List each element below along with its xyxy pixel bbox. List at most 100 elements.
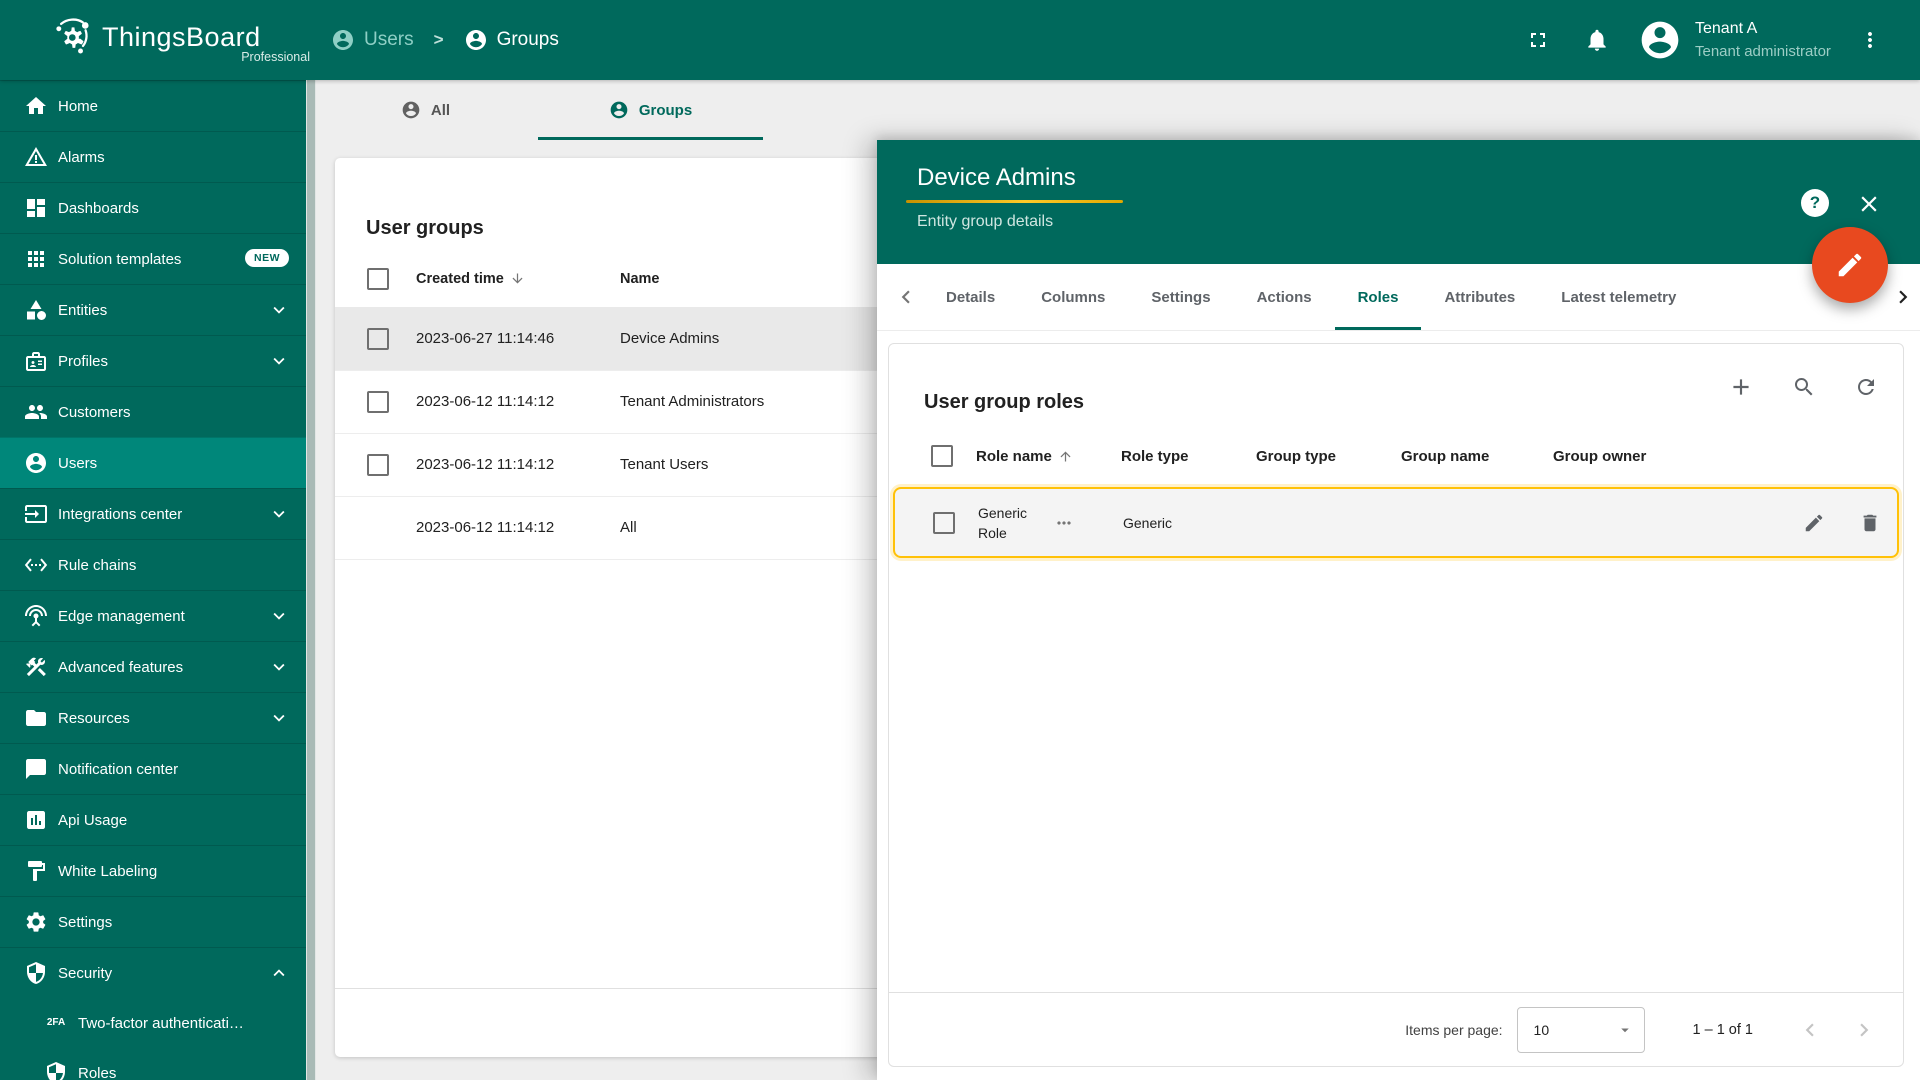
select-all-checkbox[interactable] — [931, 445, 953, 467]
ethernet-icon — [24, 553, 48, 577]
sidebar-scrollbar[interactable] — [306, 80, 316, 1080]
app-logo[interactable]: ThingsBoard Professional — [52, 16, 261, 58]
column-group-name[interactable]: Group name — [1401, 448, 1553, 465]
search-icon[interactable] — [1792, 374, 1816, 400]
sidebar-nav: HomeAlarms Dashboards Solution templatesNE… — [0, 80, 306, 1080]
column-group-owner[interactable]: Group owner — [1553, 448, 1793, 465]
sidebar-item-label: Advanced features — [58, 659, 183, 676]
sidebar-item-label: White Labeling — [58, 863, 157, 880]
sidebar-item-label: Integrations center — [58, 506, 182, 523]
sidebar-item-integrations-center[interactable]: Integrations center — [0, 488, 306, 539]
sidebar-item-home[interactable]: Home — [0, 80, 306, 131]
column-role-type[interactable]: Role type — [1121, 448, 1256, 465]
row-checkbox[interactable] — [367, 391, 389, 413]
help-icon[interactable]: ? — [1801, 189, 1829, 217]
edit-fab-button[interactable] — [1812, 227, 1888, 303]
sidebar-item-entities[interactable]: Entities — [0, 284, 306, 335]
sidebar-item-label: Entities — [58, 302, 107, 319]
sidebar-item-dashboards[interactable]: Dashboards — [0, 182, 306, 233]
apps-icon — [24, 247, 48, 271]
sidebar-item-customers[interactable]: Customers — [0, 386, 306, 437]
sidebar-item-rule-chains[interactable]: Rule chains — [0, 539, 306, 590]
tab-roles[interactable]: Roles — [1335, 264, 1422, 330]
2fa-icon: 2FA — [44, 1011, 68, 1035]
breadcrumb-users[interactable]: Users — [331, 28, 414, 52]
sidebar-item-api-usage[interactable]: Api Usage — [0, 794, 306, 845]
chat-icon — [24, 757, 48, 781]
sidebar-item-edge-management[interactable]: Edge management — [0, 590, 306, 641]
select-all-checkbox[interactable] — [367, 268, 389, 290]
row-checkbox[interactable] — [367, 454, 389, 476]
home-icon — [24, 94, 48, 118]
sidebar-item-alarms[interactable]: Alarms — [0, 131, 306, 182]
sort-asc-icon — [1058, 449, 1073, 464]
sidebar-item-advanced-features[interactable]: Advanced features — [0, 641, 306, 692]
tenant-info[interactable]: Tenant A Tenant administrator — [1695, 17, 1831, 63]
row-checkbox[interactable] — [367, 328, 389, 350]
sidebar-item-roles[interactable]: Roles — [0, 1048, 306, 1080]
breadcrumb-groups[interactable]: Groups — [464, 28, 559, 52]
role-type-cell: Generic — [1123, 515, 1258, 531]
sidebar-item-white-labeling[interactable]: White Labeling — [0, 845, 306, 896]
chevron-down-icon[interactable] — [268, 656, 290, 678]
category-icon — [24, 298, 48, 322]
chevron-up-icon[interactable] — [268, 962, 290, 984]
role-row-generic-role[interactable]: Generic Role Generic — [893, 487, 1899, 558]
chevron-right-icon[interactable] — [1890, 264, 1916, 330]
user-groups-title: User groups — [366, 217, 484, 240]
breadcrumb: Users > Groups — [331, 0, 559, 80]
tab-latest-telemetry[interactable]: Latest telemetry — [1538, 264, 1699, 330]
panel-tab-bar: Details Columns Settings Actions Roles A… — [877, 264, 1920, 331]
role-name-cell: Generic Role — [978, 503, 1040, 543]
chevron-down-icon[interactable] — [268, 707, 290, 729]
tab-all[interactable]: All — [313, 80, 538, 140]
tenant-name: Tenant A — [1695, 17, 1831, 40]
panel-title: Device Admins — [917, 164, 1076, 192]
notifications-bell-icon[interactable] — [1584, 27, 1610, 53]
thingsboard-logo-icon — [52, 16, 94, 58]
row-checkbox[interactable] — [933, 512, 955, 534]
edit-pencil-icon — [1835, 250, 1865, 280]
add-icon[interactable] — [1728, 374, 1754, 400]
column-created-time[interactable]: Created time — [416, 271, 620, 287]
more-vert-icon[interactable] — [1858, 28, 1882, 52]
sidebar-item-security[interactable]: Security — [0, 947, 306, 998]
close-icon[interactable] — [1856, 191, 1882, 217]
next-page-icon[interactable] — [1851, 1017, 1877, 1043]
sidebar-item-resources[interactable]: Resources — [0, 692, 306, 743]
folder-icon — [24, 706, 48, 730]
breadcrumb-separator: > — [434, 30, 444, 50]
delete-icon[interactable] — [1859, 512, 1881, 534]
items-per-page-label: Items per page: — [1405, 1022, 1502, 1038]
panel-subtitle: Entity group details — [917, 213, 1053, 231]
chevron-down-icon[interactable] — [268, 503, 290, 525]
sidebar-item-label: Dashboards — [58, 200, 139, 217]
column-role-name[interactable]: Role name — [976, 448, 1121, 465]
page-size-select[interactable]: 10 — [1517, 1007, 1645, 1053]
sidebar-item-notification-center[interactable]: Notification center — [0, 743, 306, 794]
sidebar-item-two-factor-authenticati[interactable]: 2FATwo-factor authenticati… — [0, 998, 306, 1048]
more-horiz-icon[interactable] — [1054, 513, 1074, 533]
chevron-down-icon[interactable] — [268, 350, 290, 372]
tab-attributes[interactable]: Attributes — [1421, 264, 1538, 330]
sidebar-item-label: Resources — [58, 710, 130, 727]
edit-pencil-icon[interactable] — [1803, 512, 1825, 534]
avatar-icon[interactable] — [1638, 18, 1682, 62]
tab-details[interactable]: Details — [923, 264, 1018, 330]
tab-columns[interactable]: Columns — [1018, 264, 1128, 330]
tab-settings[interactable]: Settings — [1128, 264, 1233, 330]
chevron-left-icon[interactable] — [889, 264, 923, 330]
column-group-type[interactable]: Group type — [1256, 448, 1401, 465]
tab-actions[interactable]: Actions — [1234, 264, 1335, 330]
gear-icon — [24, 910, 48, 934]
tab-groups[interactable]: Groups — [538, 80, 763, 140]
previous-page-icon[interactable] — [1797, 1017, 1823, 1043]
sidebar-item-users[interactable]: Users — [0, 437, 306, 488]
chevron-down-icon[interactable] — [268, 605, 290, 627]
sidebar-item-settings[interactable]: Settings — [0, 896, 306, 947]
sidebar-item-solution-templates[interactable]: Solution templatesNEW — [0, 233, 306, 284]
refresh-icon[interactable] — [1854, 374, 1878, 400]
chevron-down-icon[interactable] — [268, 299, 290, 321]
sidebar-item-profiles[interactable]: Profiles — [0, 335, 306, 386]
fullscreen-icon[interactable] — [1526, 28, 1550, 52]
